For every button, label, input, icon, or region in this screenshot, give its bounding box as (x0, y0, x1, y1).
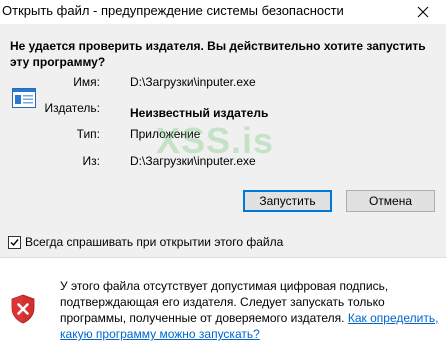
window-title: Открыть файл - предупреждение системы бе… (2, 3, 344, 18)
warning-text: У этого файла отсутствует допустимая циф… (60, 279, 389, 325)
always-ask-checkbox[interactable] (8, 235, 21, 249)
warning-panel: У этого файла отсутствует допустимая циф… (0, 258, 446, 345)
dialog-body: Не удается проверить издателя. Вы действ… (0, 24, 446, 257)
warning-message: У этого файла отсутствует допустимая циф… (60, 278, 440, 342)
name-label: Имя: (73, 75, 100, 89)
from-label: Из: (82, 154, 100, 168)
warning-heading: Не удается проверить издателя. Вы действ… (10, 39, 426, 69)
title-bar: Открыть файл - предупреждение системы бе… (0, 0, 446, 24)
close-button[interactable] (400, 0, 446, 24)
publisher-label: Издатель: (44, 101, 101, 115)
always-ask-label[interactable]: Всегда спрашивать при открытии этого фай… (25, 235, 283, 249)
publisher-value: Неизвестный издатель (130, 106, 269, 120)
cancel-button[interactable]: Отмена (346, 190, 435, 212)
type-value: Приложение (130, 127, 201, 141)
always-ask-checkbox-row[interactable]: Всегда спрашивать при открытии этого фай… (8, 234, 283, 250)
close-icon (417, 6, 429, 18)
name-value: D:\Загрузки\inputer.exe (130, 75, 256, 89)
from-value: D:\Загрузки\inputer.exe (130, 154, 256, 168)
shield-error-icon (11, 294, 35, 324)
run-button[interactable]: Запустить (243, 190, 332, 212)
checkmark-icon (10, 238, 19, 246)
type-label: Тип: (76, 127, 100, 141)
